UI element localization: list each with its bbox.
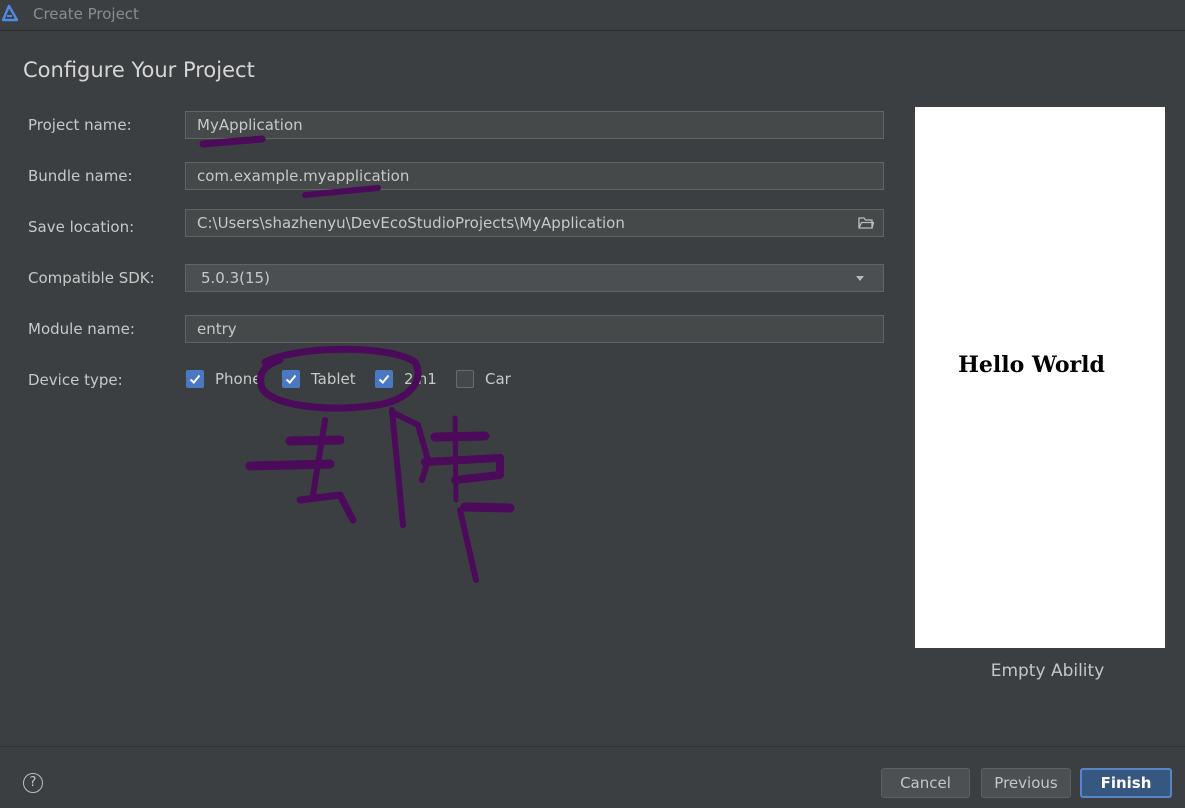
car-checkbox[interactable] bbox=[456, 370, 474, 388]
preview-hello-world: Hello World bbox=[958, 352, 1105, 378]
save-location-label: Save location: bbox=[28, 218, 135, 236]
bundle-name-label: Bundle name: bbox=[28, 167, 133, 185]
module-name-label: Module name: bbox=[28, 320, 135, 338]
folder-icon[interactable] bbox=[858, 216, 874, 230]
cancel-button[interactable]: Cancel bbox=[881, 768, 970, 798]
tablet-checkbox-label[interactable]: Tablet bbox=[311, 370, 356, 388]
finish-button[interactable]: Finish bbox=[1080, 768, 1172, 798]
phone-checkbox-label[interactable]: Phone bbox=[215, 370, 261, 388]
save-location-field[interactable]: C:\Users\shazhenyu\DevEcoStudioProjects\… bbox=[185, 209, 884, 237]
check-icon bbox=[378, 374, 390, 384]
project-name-input[interactable]: MyApplication bbox=[185, 111, 884, 139]
title-bar: Create Project bbox=[0, 0, 1185, 31]
template-preview: Hello World bbox=[915, 107, 1165, 648]
check-icon bbox=[189, 374, 201, 384]
tablet-checkbox[interactable] bbox=[282, 370, 300, 388]
template-name: Empty Ability bbox=[990, 661, 1105, 681]
car-checkbox-label[interactable]: Car bbox=[485, 370, 511, 388]
project-name-label: Project name: bbox=[28, 116, 132, 134]
compatible-sdk-label: Compatible SDK: bbox=[28, 269, 155, 287]
phone-checkbox[interactable] bbox=[186, 370, 204, 388]
deveco-logo-icon bbox=[1, 4, 19, 22]
compatible-sdk-select[interactable]: 5.0.3(15) bbox=[185, 264, 884, 292]
2in1-checkbox[interactable] bbox=[375, 370, 393, 388]
module-name-input[interactable]: entry bbox=[185, 315, 884, 343]
chevron-down-icon bbox=[856, 276, 864, 281]
window-title: Create Project bbox=[33, 5, 139, 23]
bundle-name-input[interactable]: com.example.myapplication bbox=[185, 162, 884, 190]
device-type-label: Device type: bbox=[28, 371, 123, 389]
help-icon[interactable]: ? bbox=[23, 773, 43, 793]
footer-divider bbox=[0, 746, 1185, 747]
check-icon bbox=[285, 374, 297, 384]
previous-button[interactable]: Previous bbox=[981, 768, 1071, 798]
save-location-value: C:\Users\shazhenyu\DevEcoStudioProjects\… bbox=[197, 214, 625, 232]
2in1-checkbox-label[interactable]: 2in1 bbox=[404, 370, 437, 388]
compatible-sdk-value: 5.0.3(15) bbox=[201, 269, 270, 287]
page-title: Configure Your Project bbox=[23, 58, 255, 82]
